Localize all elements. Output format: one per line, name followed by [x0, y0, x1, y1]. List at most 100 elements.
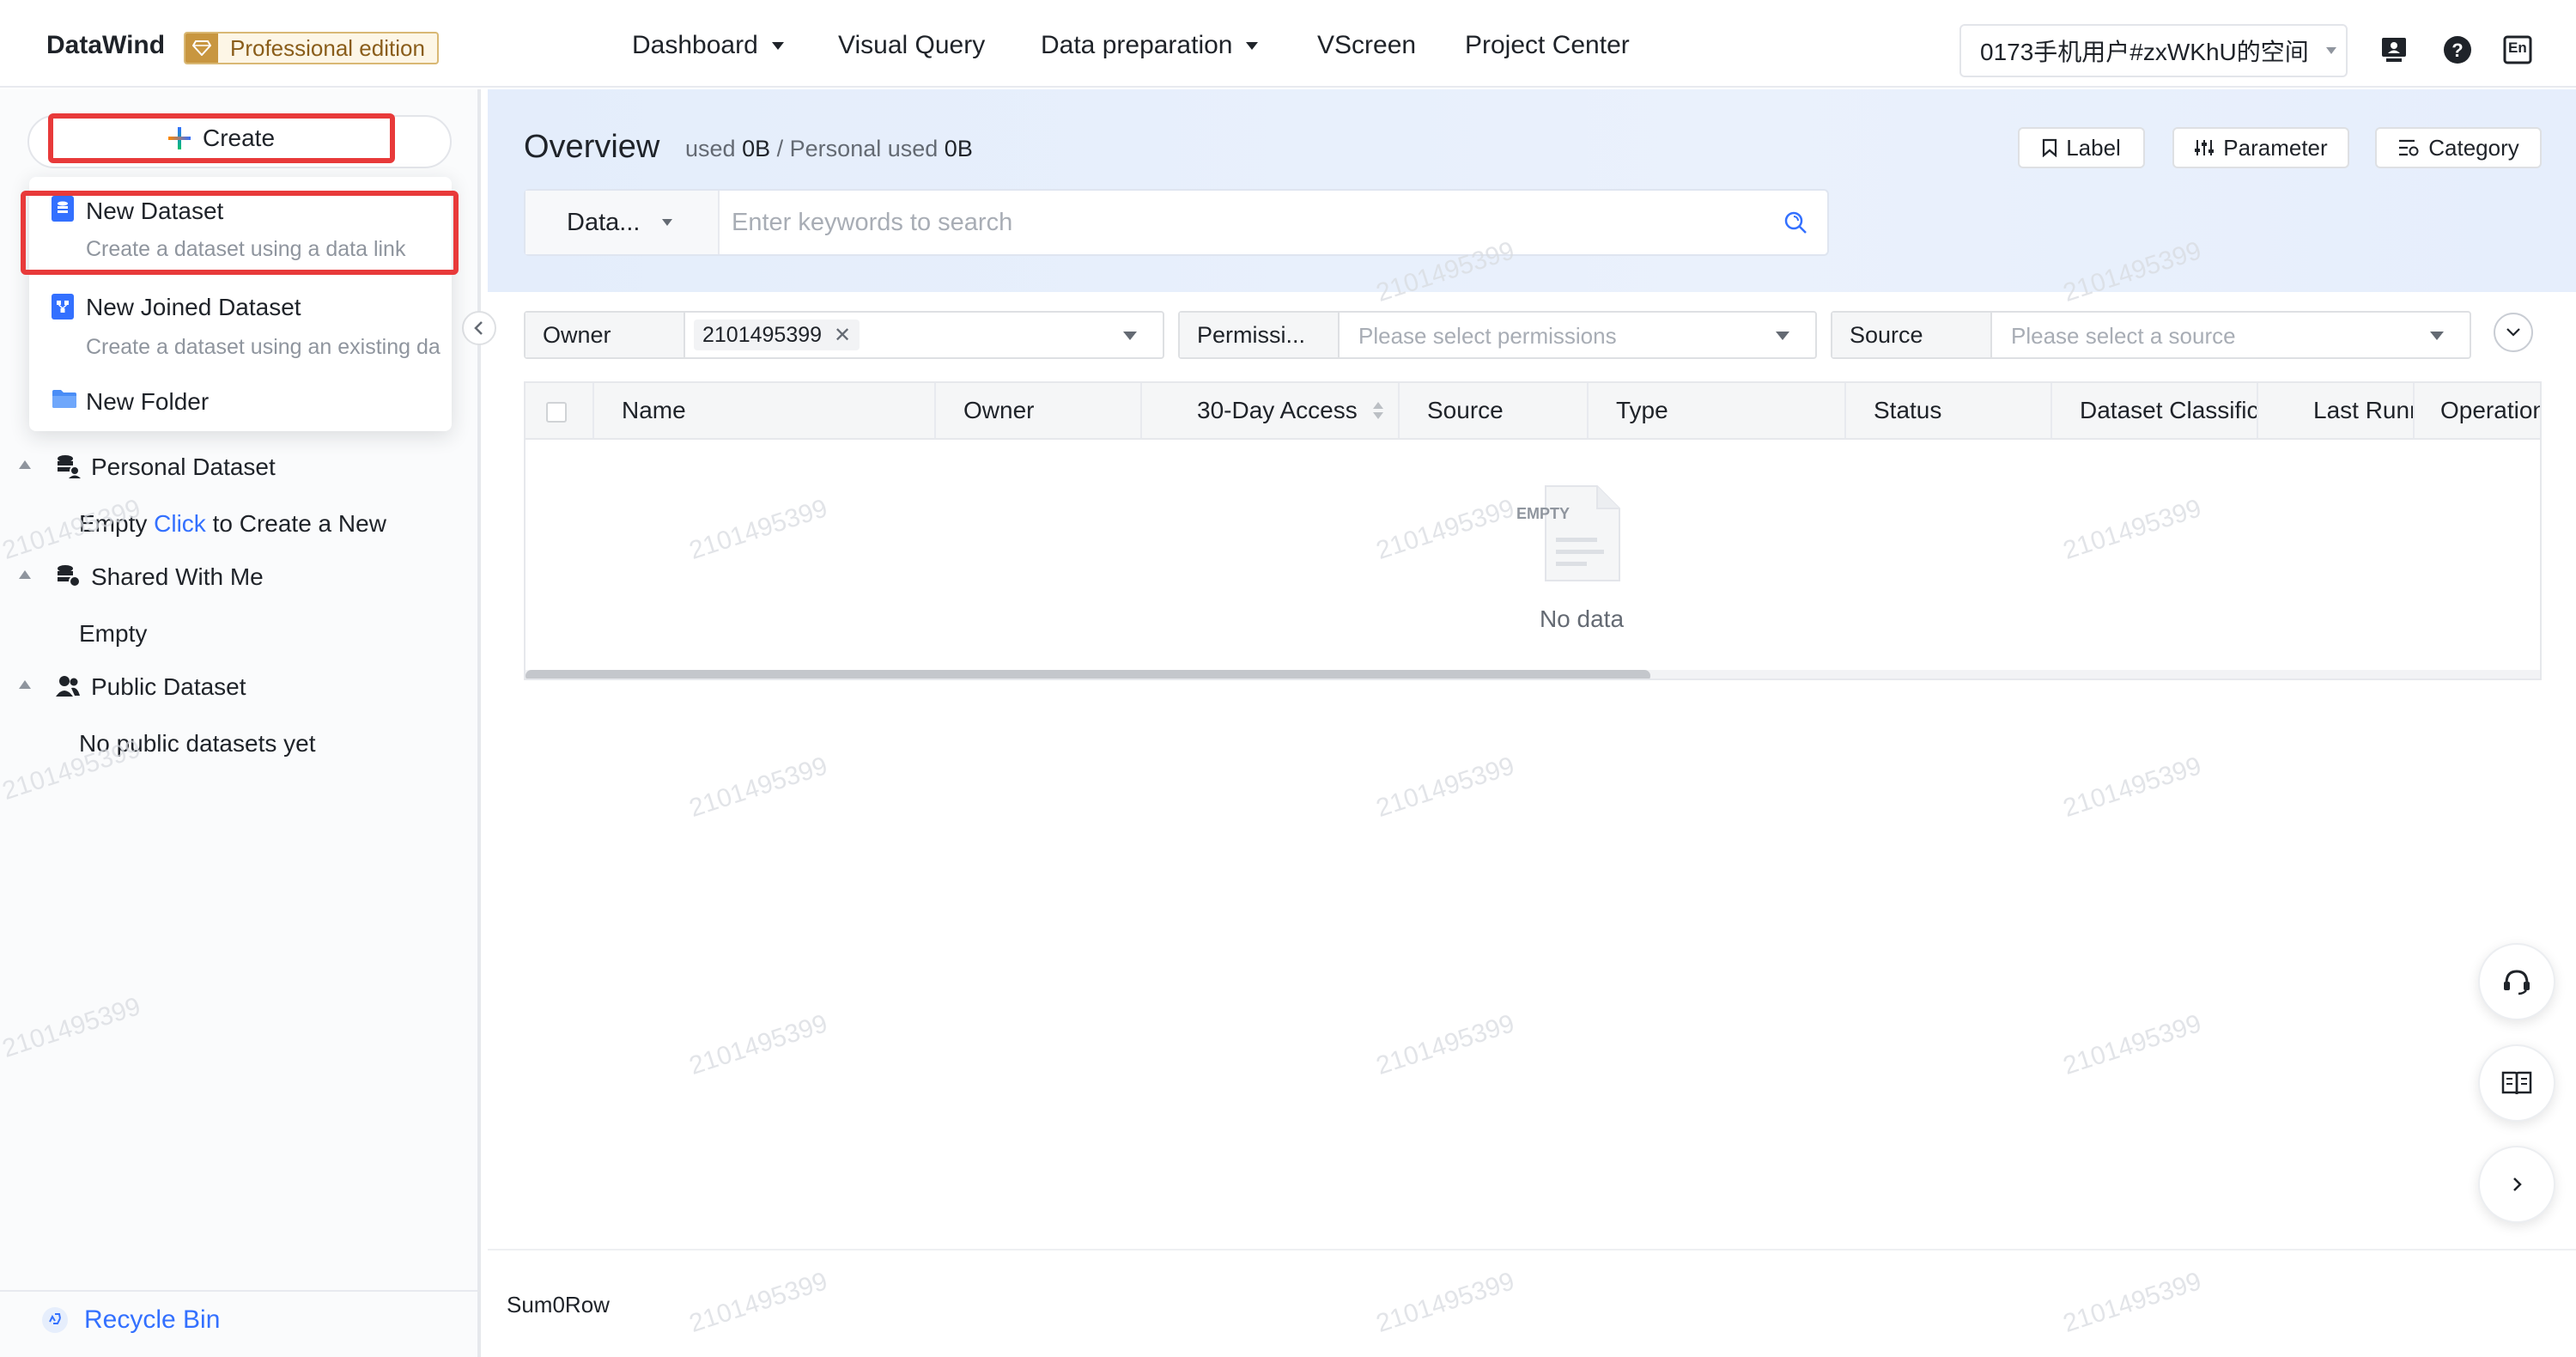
nav-project-center-label: Project Center: [1465, 31, 1630, 59]
nav-vscreen[interactable]: VScreen: [1317, 31, 1416, 60]
parameter-button-text: Parameter: [2223, 134, 2328, 161]
chevron-down-icon: [1123, 332, 1137, 340]
nav-data-preparation[interactable]: Data preparation: [1041, 31, 1259, 60]
close-icon[interactable]: ✕: [834, 323, 851, 348]
category-button[interactable]: Category: [2375, 127, 2542, 168]
workspace-name: 0173手机用户#zxWKhU的空间: [1980, 39, 2309, 65]
public-empty-text: No public datasets yet: [79, 730, 316, 757]
column-header-source[interactable]: Source: [1400, 383, 1589, 438]
source-placeholder: Please select a source: [2011, 323, 2236, 349]
chevron-down-icon: [2325, 47, 2336, 54]
divider: [488, 1249, 2576, 1251]
chevron-down-icon: [2430, 332, 2444, 340]
sliders-icon: [2194, 138, 2215, 157]
edition-label: Professional edition: [230, 34, 425, 61]
workspace-selector[interactable]: 0173手机用户#zxWKhU的空间: [1959, 24, 2348, 77]
dataset-table: Name Owner 30-Day Access Source Type Sta…: [524, 381, 2542, 680]
nav-visual-query[interactable]: Visual Query: [838, 31, 985, 60]
personal-empty-text: Empty Click to Create a New: [79, 510, 386, 538]
collapse-caret-icon[interactable]: [19, 680, 31, 689]
watermark: 2101495399: [2059, 752, 2205, 823]
expand-panel-button[interactable]: [2478, 1146, 2555, 1223]
collapse-caret-icon[interactable]: [19, 460, 31, 469]
recycle-icon: [42, 1307, 68, 1333]
nav-project-center[interactable]: Project Center: [1465, 31, 1630, 60]
permission-filter[interactable]: Permissi... Please select permissions: [1178, 311, 1817, 359]
sidebar: Create New Dataset Create a dataset usin…: [0, 89, 496, 1357]
search-type-value: Data...: [567, 208, 641, 236]
permission-filter-label: Permissi...: [1180, 313, 1340, 357]
recycle-bin-label: Recycle Bin: [84, 1305, 221, 1334]
bookmark-icon: [2042, 138, 2057, 157]
create-new-link[interactable]: Click: [154, 510, 206, 537]
screen-icon[interactable]: [2379, 34, 2409, 65]
support-button[interactable]: [2478, 943, 2555, 1020]
scrollbar-thumb[interactable]: [526, 670, 1650, 678]
column-header-owner[interactable]: Owner: [936, 383, 1142, 438]
top-bar: DataWind Professional edition Dashboard …: [0, 0, 2576, 88]
brand-logo[interactable]: DataWind: [46, 31, 165, 60]
folder-icon: [52, 388, 77, 409]
watermark: 2101495399: [2059, 1267, 2205, 1338]
watermark: 2101495399: [2059, 1009, 2205, 1080]
personal-dataset-icon: [55, 453, 81, 479]
collapse-caret-icon[interactable]: [19, 570, 31, 579]
tree-personal-dataset[interactable]: Personal Dataset: [91, 453, 276, 481]
collapse-sidebar-button[interactable]: [462, 311, 496, 345]
search-bar: Data...: [524, 189, 1829, 256]
expand-filters-button[interactable]: [2494, 313, 2533, 352]
watermark: 2101495399: [1372, 1267, 1518, 1338]
column-header-last-run[interactable]: Last Runr: [2258, 383, 2415, 438]
edition-badge: Professional edition: [184, 32, 439, 64]
page-title: Overview: [524, 129, 660, 165]
category-icon: [2397, 138, 2420, 157]
usage-summary: used 0B / Personal used 0B: [685, 136, 973, 162]
column-header-dataset-classification[interactable]: Dataset Classifica: [2052, 383, 2258, 438]
column-header-type[interactable]: Type: [1589, 383, 1846, 438]
source-filter-label: Source: [1832, 313, 1992, 357]
watermark: 2101495399: [1372, 1009, 1518, 1080]
column-header-name[interactable]: Name: [594, 383, 936, 438]
empty-state: EMPTY No data: [1496, 484, 1668, 633]
empty-icon-label: EMPTY: [1516, 505, 1571, 522]
horizontal-scrollbar[interactable]: [526, 670, 2540, 678]
used-label: used: [685, 136, 736, 161]
shared-dataset-icon: [55, 563, 81, 589]
watermark: 2101495399: [685, 752, 831, 823]
nav-dashboard[interactable]: Dashboard: [632, 31, 784, 60]
empty-document-icon: [1545, 485, 1620, 581]
search-icon[interactable]: [1783, 210, 1808, 240]
parameter-button[interactable]: Parameter: [2172, 127, 2349, 168]
owner-tag-value: 2101495399: [702, 322, 823, 347]
help-icon[interactable]: ?: [2442, 34, 2473, 65]
label-button[interactable]: Label: [2018, 127, 2145, 168]
search-type-select[interactable]: Data...: [526, 191, 720, 254]
row-sum: Sum0Row: [507, 1292, 610, 1317]
column-header-30-day-access[interactable]: 30-Day Access: [1142, 383, 1400, 438]
diamond-icon: [185, 33, 218, 63]
table-header: Name Owner 30-Day Access Source Type Sta…: [526, 383, 2542, 440]
sort-icon[interactable]: [1372, 402, 1383, 419]
column-header-30-day-access-label: 30-Day Access: [1197, 397, 1358, 423]
label-button-text: Label: [2066, 134, 2121, 161]
menu-item-new-joined-dataset[interactable]: New Joined Dataset Create a dataset usin…: [29, 273, 452, 364]
empty-state-text: No data: [1539, 605, 1625, 632]
column-header-status[interactable]: Status: [1846, 383, 2052, 438]
personal-empty-prefix: Empty: [79, 510, 148, 537]
column-header-operation: Operation: [2440, 397, 2542, 423]
language-icon[interactable]: En: [2502, 34, 2533, 65]
recycle-bin-link[interactable]: Recycle Bin: [41, 1305, 220, 1335]
chevron-down-icon: [1776, 332, 1789, 340]
tree-shared-with-me[interactable]: Shared With Me: [91, 563, 264, 591]
search-input[interactable]: [732, 201, 1745, 244]
menu-item-title: New Joined Dataset: [86, 294, 301, 320]
tree-public-dataset[interactable]: Public Dataset: [91, 673, 246, 701]
source-filter[interactable]: Source Please select a source: [1831, 311, 2471, 359]
select-all-checkbox[interactable]: [546, 402, 567, 423]
language-icon-text: En: [2508, 40, 2527, 56]
owner-filter[interactable]: Owner 2101495399 ✕: [524, 311, 1164, 359]
menu-item-new-folder[interactable]: New Folder: [29, 368, 452, 431]
docs-button[interactable]: [2478, 1044, 2555, 1122]
shared-empty-text: Empty: [79, 620, 148, 647]
new-dataset-highlight-box: [21, 191, 459, 275]
